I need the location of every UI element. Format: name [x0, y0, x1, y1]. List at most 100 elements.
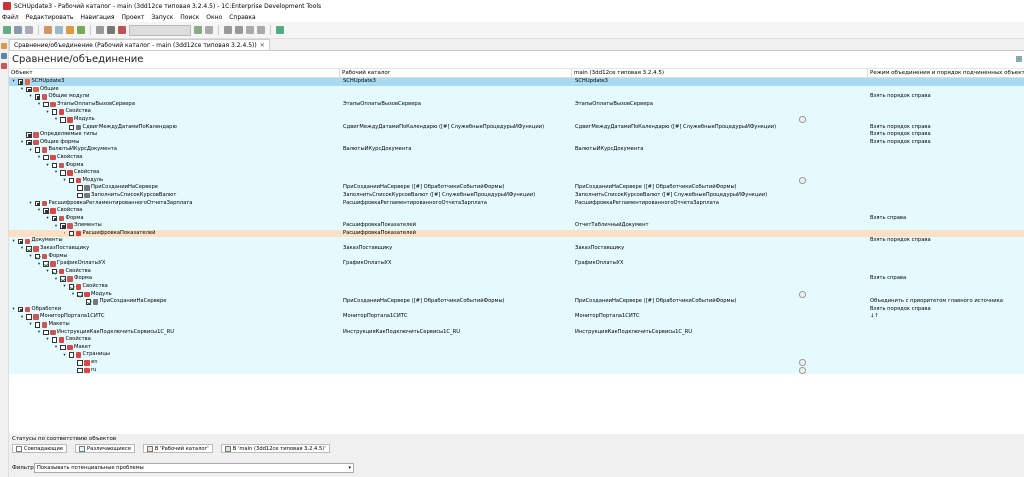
save-all-icon[interactable]: [25, 26, 33, 34]
expand-toggle-icon[interactable]: ▾: [11, 239, 16, 244]
tree-row[interactable]: ▾ Элементы РасшифровкаПоказателей ОтчетТабл…: [9, 222, 1024, 230]
tree-row[interactable]: ▾ Документы Взять порядок справа: [9, 237, 1024, 246]
merge-checkbox[interactable]: [51, 337, 57, 343]
merge-mode-cell[interactable]: Взять порядок справа: [868, 124, 1024, 132]
merge-checkbox[interactable]: [51, 268, 57, 275]
tree-row[interactable]: ▾ Обработки Взять порядок справа: [9, 305, 1024, 314]
outline-icon[interactable]: [1, 53, 7, 59]
settings-gear-icon[interactable]: [799, 116, 806, 123]
problems-icon[interactable]: [1, 63, 7, 69]
merge-mode-cell[interactable]: [868, 351, 1024, 359]
tree-row[interactable]: СдвигМеждуДатамиПоКалендарю СдвигМеждуДат…: [9, 123, 1024, 132]
expand-toggle-icon[interactable]: ▾: [11, 79, 16, 84]
expand-toggle-icon[interactable]: ▾: [28, 148, 33, 153]
expand-toggle-icon[interactable]: ▾: [54, 224, 59, 229]
tree-row[interactable]: › РасшифровкаПоказателей РасшифровкаПоказа…: [9, 229, 1024, 238]
merge-mode-cell[interactable]: [868, 108, 1024, 116]
merge-checkbox[interactable]: [17, 238, 23, 245]
merge-mode-cell[interactable]: [868, 245, 1024, 253]
expand-toggle-icon[interactable]: ▾: [45, 216, 50, 221]
merge-checkbox[interactable]: [51, 109, 57, 115]
debug-icon[interactable]: [118, 26, 126, 34]
menu-run[interactable]: Запуск: [151, 14, 173, 21]
merge-checkbox[interactable]: [34, 200, 40, 207]
merge-checkbox[interactable]: [60, 344, 66, 351]
merge-mode-cell[interactable]: [868, 367, 1024, 375]
expand-toggle-icon[interactable]: ▾: [54, 345, 59, 350]
merge-mode-cell[interactable]: [868, 184, 1024, 192]
settings-gear-icon[interactable]: [799, 291, 806, 298]
merge-checkbox[interactable]: [51, 162, 57, 169]
expand-toggle-icon[interactable]: ▾: [45, 269, 50, 274]
merge-checkbox[interactable]: [43, 329, 49, 336]
merge-checkbox[interactable]: [68, 124, 74, 131]
tree-row[interactable]: ▾ Свойства: [9, 108, 1024, 116]
close-icon[interactable]: ✕: [260, 42, 265, 49]
tree-row[interactable]: ▾ Форма: [9, 161, 1024, 170]
menu-help[interactable]: Справка: [229, 14, 255, 21]
tree-row[interactable]: ▾ Свойства: [9, 207, 1024, 215]
expand-toggle-icon[interactable]: ▾: [45, 337, 50, 342]
merge-checkbox[interactable]: [77, 185, 83, 191]
expand-toggle-icon[interactable]: ▾: [28, 322, 33, 327]
expand-toggle-icon[interactable]: ▾: [71, 292, 76, 297]
merge-checkbox[interactable]: [43, 101, 49, 108]
tree-row[interactable]: ПриСозданииНаСервере ПриСозданииНаСервере…: [9, 184, 1024, 192]
column-header-working-dir[interactable]: Рабочий каталог: [340, 69, 572, 77]
tree-row[interactable]: ru: [9, 366, 1024, 375]
merge-mode-cell[interactable]: Объединить с приоритетом главного источн…: [868, 298, 1024, 306]
expand-toggle-icon[interactable]: ▾: [37, 208, 42, 213]
expand-toggle-icon[interactable]: ▾: [45, 163, 50, 168]
tree-row[interactable]: ▾ ЭтапыОплатыВызовСервера ЭтапыОплатыВызов…: [9, 100, 1024, 109]
tree-row[interactable]: ▾ Макеты: [9, 321, 1024, 329]
tree-row[interactable]: ▾ ЗаказПоставщику ЗаказПоставщику ЗаказПост…: [9, 245, 1024, 253]
tree-row[interactable]: ▾ Формы: [9, 252, 1024, 261]
menu-project[interactable]: Проект: [122, 14, 145, 21]
merge-mode-cell[interactable]: Взять порядок справа: [868, 237, 1024, 245]
merge-mode-cell[interactable]: [868, 344, 1024, 352]
expand-toggle-icon[interactable]: ▾: [28, 94, 33, 99]
tree-row[interactable]: ▾ Свойства: [9, 283, 1024, 291]
settings-gear-icon[interactable]: [799, 367, 806, 374]
tree-row[interactable]: ПриСозданииНаСервере ПриСозданииНаСервере…: [9, 298, 1024, 306]
merge-checkbox[interactable]: [68, 230, 74, 237]
tree-row[interactable]: ▾ ИнструкцияКакПодключитьСервисы1С_RU Инст…: [9, 328, 1024, 337]
merge-mode-cell[interactable]: [868, 260, 1024, 268]
tree-row[interactable]: ▾ Свойства: [9, 267, 1024, 276]
column-header-object[interactable]: Объект: [9, 69, 340, 77]
settings-gear-icon[interactable]: [799, 359, 806, 366]
tree-row[interactable]: ▾ Свойства: [9, 153, 1024, 162]
run-icon[interactable]: [194, 26, 202, 34]
merge-mode-cell[interactable]: [868, 78, 1024, 86]
settings-gear-icon[interactable]: [799, 177, 806, 184]
menu-search[interactable]: Поиск: [180, 14, 199, 21]
merge-checkbox[interactable]: [26, 86, 32, 93]
merge-checkbox[interactable]: [85, 299, 91, 305]
expand-toggle-icon[interactable]: ▾: [54, 277, 59, 282]
merge-mode-cell[interactable]: [868, 222, 1024, 230]
merge-mode-cell[interactable]: [868, 116, 1024, 124]
expand-toggle-icon[interactable]: ▾: [37, 102, 42, 107]
merge-mode-cell[interactable]: Взять порядок справа: [868, 93, 1024, 101]
expand-toggle-icon[interactable]: ▾: [54, 170, 59, 175]
filter-select[interactable]: Показывать потенциальные проблемы ▾: [34, 463, 354, 473]
expand-toggle-icon[interactable]: ▾: [62, 284, 67, 289]
compare-tree[interactable]: ▾ SCHUpdate3 SCHUpdate3 SCHUpdate3 ▾ Общие ▾ Об…: [9, 78, 1024, 422]
merge-checkbox[interactable]: [68, 352, 74, 358]
redo-icon[interactable]: [55, 26, 63, 34]
perspective-icon[interactable]: [276, 26, 284, 34]
merge-mode-cell[interactable]: Взять справа: [868, 275, 1024, 283]
merge-mode-cell[interactable]: Взять порядок справа: [868, 306, 1024, 314]
merge-checkbox[interactable]: [26, 139, 32, 146]
merge-mode-cell[interactable]: [868, 359, 1024, 367]
merge-checkbox[interactable]: [26, 314, 32, 320]
tree-row[interactable]: ▾ Свойства: [9, 169, 1024, 177]
folder-icon[interactable]: [66, 26, 74, 34]
expand-toggle-icon[interactable]: ▾: [62, 353, 67, 358]
merge-mode-cell[interactable]: [868, 207, 1024, 215]
merge-checkbox[interactable]: [51, 215, 57, 222]
expand-toggle-icon[interactable]: ▾: [28, 254, 33, 259]
merge-mode-cell[interactable]: [868, 162, 1024, 170]
merge-mode-cell[interactable]: [868, 169, 1024, 177]
save-icon[interactable]: [14, 26, 22, 34]
